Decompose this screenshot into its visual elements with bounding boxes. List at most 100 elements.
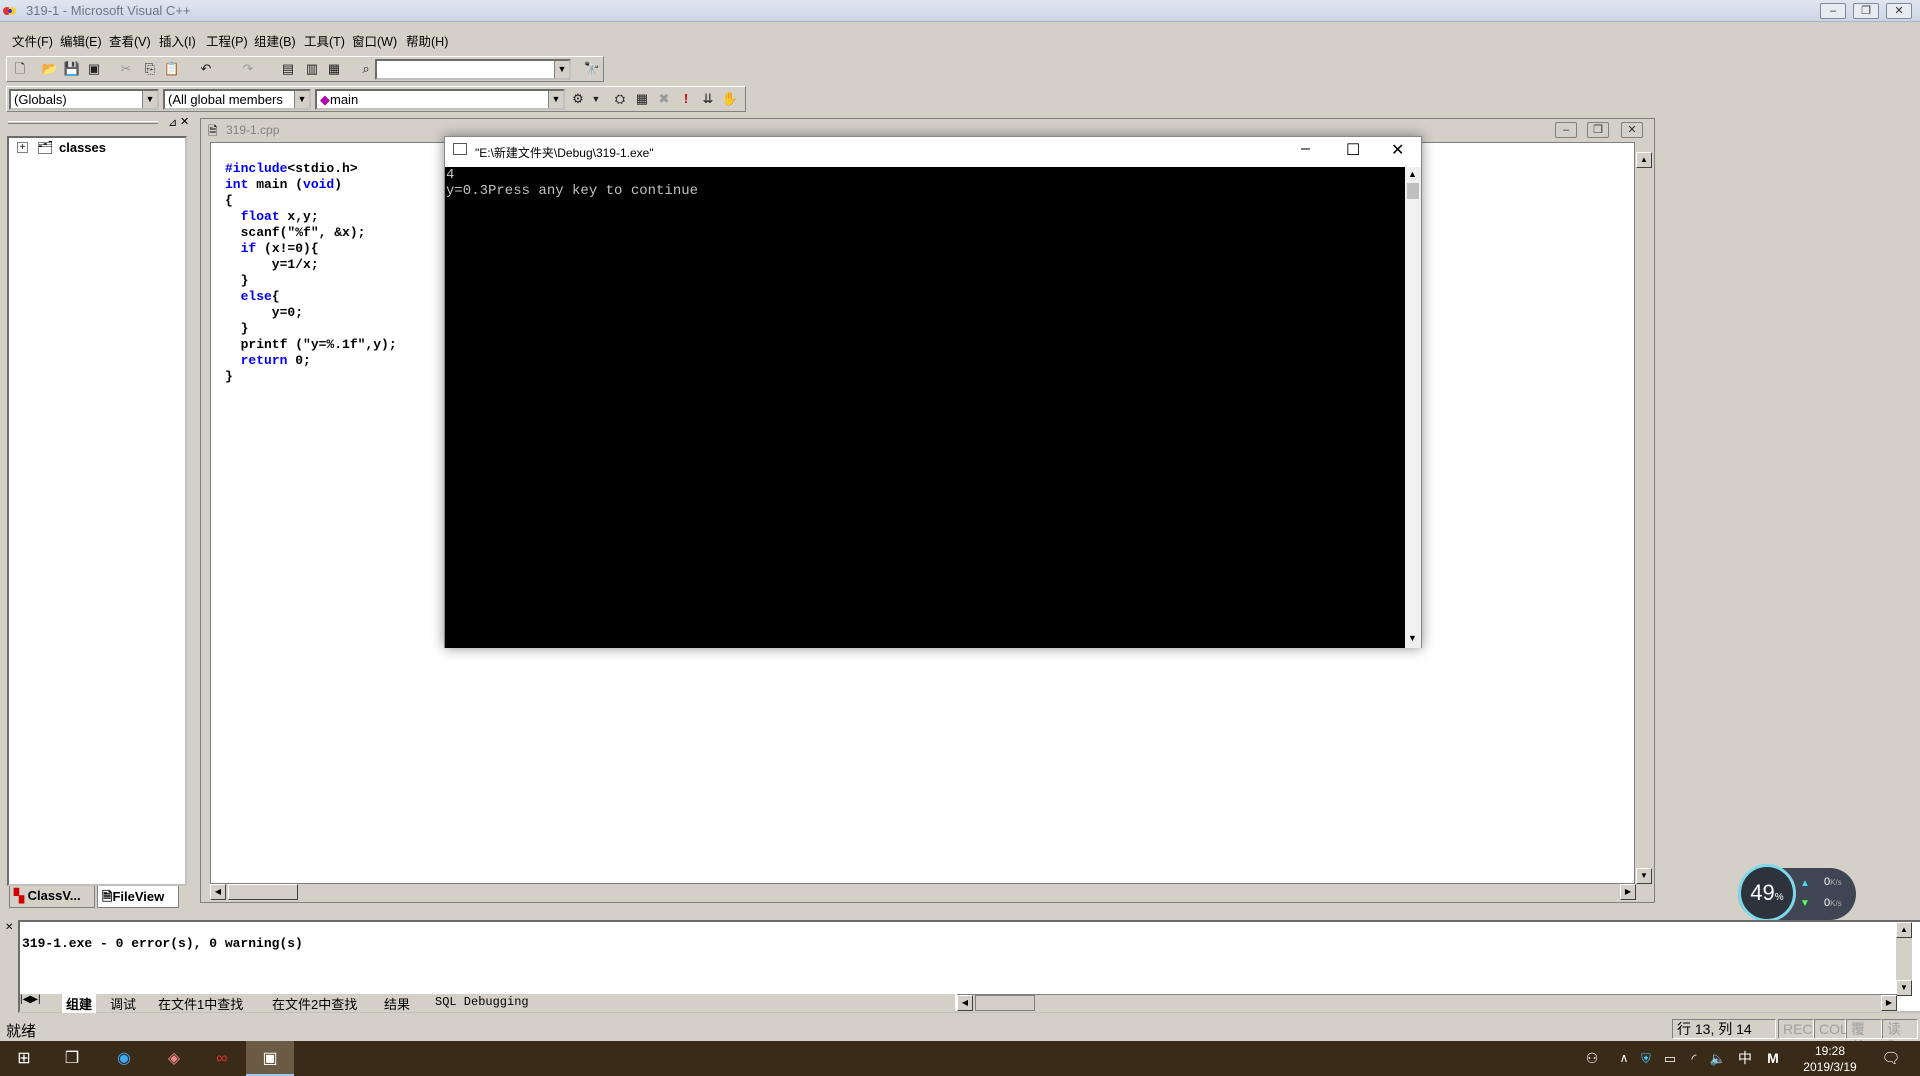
tab-fileview[interactable]: 🗎FileView [97, 886, 179, 908]
window-list-icon[interactable]: ▦ [325, 60, 343, 78]
editor-minimize-button[interactable]: ‒ [1555, 122, 1577, 138]
console-output[interactable]: 4 y=0.3Press any key to continue [445, 167, 1405, 648]
output-close-icon[interactable]: ✕ [5, 922, 15, 942]
task-view-icon: ❒ [64, 1050, 80, 1067]
function-combo[interactable]: ◆main ▼ [315, 89, 565, 110]
cut-icon[interactable]: ✂ [117, 60, 135, 78]
tray-chevron-icon[interactable]: ∧ [1616, 1041, 1632, 1076]
ime-language[interactable]: 中 [1734, 1041, 1756, 1076]
editor-restore-button[interactable]: ❐ [1587, 122, 1609, 138]
tab-find1[interactable]: 在文件1中查找 [158, 994, 243, 1013]
volume-icon[interactable]: 🔈 [1708, 1041, 1728, 1076]
wifi-icon[interactable]: ◜ [1684, 1041, 1704, 1076]
wizard-actions-icon[interactable]: ⚙ [569, 90, 587, 108]
memory-usage-gauge[interactable]: 49% [1738, 864, 1796, 922]
menu-help[interactable]: 帮助(H) [406, 31, 448, 50]
menu-project[interactable]: 工程(P) [206, 31, 248, 50]
console-scroll-down-icon[interactable]: ▼ [1408, 633, 1417, 643]
tab-results[interactable]: 结果 [384, 994, 410, 1013]
console-vscrollbar[interactable]: ▲ ▼ [1405, 167, 1421, 648]
scroll-down-icon[interactable]: ▼ [1636, 868, 1652, 884]
hscroll-thumb[interactable] [228, 884, 298, 900]
menu-build[interactable]: 组建(B) [254, 31, 296, 50]
build-icon[interactable]: ▦ [633, 90, 651, 108]
battery-icon[interactable]: ▭ [1660, 1041, 1680, 1076]
output-scroll-up-icon[interactable]: ▲ [1896, 922, 1912, 938]
pane-expand-icon[interactable]: ⊿ [168, 116, 177, 129]
minimize-button[interactable]: ‒ [1820, 3, 1846, 19]
open-folder-icon[interactable]: 📂 [41, 60, 59, 78]
people-icon[interactable]: ⚇ [1580, 1041, 1604, 1076]
workspace-icon[interactable]: ▤ [279, 60, 297, 78]
paste-icon[interactable]: 📋 [163, 60, 181, 78]
copy-icon[interactable]: ⎘ [141, 60, 159, 78]
menu-edit[interactable]: 编辑(E) [60, 31, 102, 50]
clock[interactable]: 19:28 2019/3/19 [1790, 1041, 1870, 1076]
close-button[interactable]: ✕ [1886, 3, 1912, 19]
breakpoint-hand-icon[interactable]: ✋ [721, 90, 739, 108]
go-icon[interactable]: ⇊ [699, 90, 717, 108]
scroll-right-icon[interactable]: ▶ [1620, 884, 1636, 900]
tab-find2[interactable]: 在文件2中查找 [272, 994, 357, 1013]
console-scroll-thumb[interactable] [1407, 183, 1419, 199]
menu-view[interactable]: 查看(V) [109, 31, 151, 50]
save-icon[interactable]: 💾 [63, 60, 81, 78]
find-icon[interactable]: 🔭 [583, 60, 601, 78]
ime-mode[interactable]: M [1762, 1041, 1784, 1076]
taskbar-app2[interactable]: ◈ [150, 1041, 198, 1076]
taskbar-app3[interactable]: ∞ [198, 1041, 246, 1076]
console-close-button[interactable]: ✕ [1391, 140, 1404, 160]
security-icon[interactable]: ⛨ [1636, 1041, 1656, 1076]
save-all-icon[interactable]: ▣ [85, 60, 103, 78]
console-minimize-button[interactable]: – [1301, 140, 1310, 158]
output-hscrollbar[interactable]: ◀ ▶ [957, 994, 1897, 1012]
scroll-up-icon[interactable]: ▲ [1636, 152, 1652, 168]
menu-file[interactable]: 文件(F) [12, 31, 53, 50]
search-combo[interactable]: ▼ [375, 59, 571, 80]
clock-date: 2019/3/19 [1803, 1060, 1857, 1074]
console-scroll-up-icon[interactable]: ▲ [1408, 169, 1417, 179]
output-scroll-down-icon[interactable]: ▼ [1896, 980, 1912, 996]
tab-build[interactable]: 组建 [62, 994, 97, 1013]
wizard-toolbar: (Globals) ▼ (All global members ▼ ◆main ▼ ⚙… [6, 86, 746, 112]
tab-debug[interactable]: 调试 [110, 994, 136, 1013]
find-in-files-icon[interactable]: ⌕ [357, 60, 375, 78]
compile-icon[interactable]: ⛭ [611, 90, 629, 108]
restore-button[interactable]: ❐ [1853, 3, 1879, 19]
output-window-icon[interactable]: ▥ [303, 60, 321, 78]
tab-classview[interactable]: ▚ ClassV... [9, 886, 95, 908]
output-hscroll-thumb[interactable] [975, 995, 1035, 1011]
tabs-scroll-left-icon[interactable]: |◀▶| [20, 994, 41, 1005]
scroll-left-icon[interactable]: ◀ [210, 884, 226, 900]
wizard-dropdown-icon[interactable]: ▼ [587, 90, 605, 108]
editor-close-button[interactable]: ✕ [1621, 122, 1643, 138]
tree-expand-icon[interactable]: + [17, 142, 28, 153]
taskbar-browser[interactable]: ◉ [100, 1041, 148, 1076]
workspace-grip[interactable]: ⊿ ✕ [6, 115, 190, 130]
members-combo[interactable]: (All global members ▼ [163, 89, 311, 110]
stop-build-icon[interactable]: ✖ [655, 90, 673, 108]
editor-vscrollbar[interactable]: ▲ ▼ [1636, 152, 1652, 884]
output-scroll-right-icon[interactable]: ▶ [1881, 995, 1897, 1011]
taskbar-console-active[interactable]: ▣ [246, 1041, 294, 1076]
execute-icon[interactable]: ! [677, 90, 695, 108]
menu-tools[interactable]: 工具(T) [304, 31, 345, 50]
start-button[interactable]: ⊞ [0, 1041, 48, 1076]
code-line: scanf("%f", &x); [225, 225, 366, 240]
output-scroll-left-icon[interactable]: ◀ [957, 995, 973, 1011]
redo-icon[interactable]: ↷ [239, 60, 257, 78]
menu-window[interactable]: 窗口(W) [352, 31, 397, 50]
menu-insert[interactable]: 插入(I) [159, 31, 196, 50]
editor-hscrollbar[interactable]: ◀ ▶ [210, 884, 1636, 900]
undo-icon[interactable]: ↶ [197, 60, 215, 78]
pane-close-icon[interactable]: ✕ [180, 115, 189, 128]
task-view-button[interactable]: ❒ [48, 1041, 96, 1076]
notification-icon[interactable]: 🗨 [1876, 1041, 1906, 1076]
console-maximize-button[interactable]: ☐ [1346, 140, 1360, 160]
scope-combo[interactable]: (Globals) ▼ [9, 89, 159, 110]
new-file-icon[interactable]: 🗋 [11, 60, 29, 78]
workspace-tree: + 🗂 classes [7, 136, 187, 886]
tree-root-label[interactable]: classes [59, 140, 106, 155]
output-vscrollbar[interactable]: ▲ ▼ [1896, 922, 1912, 996]
tab-sql-debugging[interactable]: SQL Debugging [435, 995, 529, 1009]
